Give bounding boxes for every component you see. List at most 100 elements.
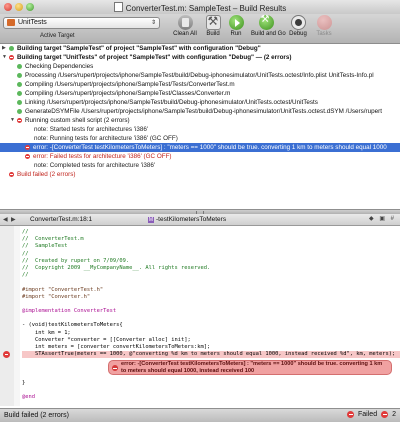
forward-icon[interactable]: ▶: [11, 216, 16, 223]
result-text: Building target "SampleTest" of project …: [17, 45, 261, 52]
result-row[interactable]: GenerateDSYMFile /Users/rupert/projects/…: [0, 107, 400, 116]
result-row[interactable]: Compiling /Users/rupert/projects/iphone/…: [0, 80, 400, 89]
success-icon: [17, 73, 22, 78]
disclosure-triangle-icon[interactable]: ▼: [10, 116, 15, 125]
code-editor[interactable]: // // ConverterTest.m // SampleTest // /…: [0, 226, 400, 406]
file-history-popup[interactable]: ConverterTest.m:18:1: [30, 216, 92, 223]
result-row[interactable]: note: Started tests for architectures 'i…: [0, 125, 400, 134]
broom-icon: [177, 15, 193, 30]
result-text: Checking Dependencies: [25, 63, 94, 70]
error-marker-icon[interactable]: [3, 351, 10, 358]
result-text: note: Completed tests for architecture '…: [34, 162, 156, 169]
code-line: #import "ConverterTest.h": [22, 286, 104, 293]
code-line: int km = 1;: [22, 329, 71, 336]
error-icon: [9, 55, 14, 60]
error-count: 2: [392, 411, 396, 418]
play-icon: [228, 15, 244, 30]
success-icon: [17, 64, 22, 69]
code-line: Converter *converter = [[Converter alloc…: [22, 336, 191, 343]
window-title-suffix: : SampleTest – Build Results: [184, 4, 287, 13]
success-icon: [9, 46, 14, 51]
error-count-icon: [381, 411, 389, 418]
result-text: error: -[ConverterTest testKilometersToM…: [33, 144, 387, 151]
disclosure-triangle-icon[interactable]: ▼: [2, 53, 7, 62]
result-text: Compiling /Users/rupert/projects/iphone/…: [25, 90, 231, 97]
code-line-error: STAssertTrue(meters == 1000, @"convertin…: [22, 351, 400, 359]
success-icon: [17, 82, 22, 87]
result-row[interactable]: note: Running tests for architecture 'i3…: [0, 134, 400, 143]
result-row[interactable]: ▼ Running custom shell script (2 errors): [0, 116, 400, 125]
result-text: note: Running tests for architecture 'i3…: [34, 135, 178, 142]
toolbar: UnitTests ⇕ Active Target Clean All Buil…: [0, 14, 400, 44]
result-text: Running custom shell script (2 errors): [25, 117, 130, 124]
active-target-label: Active Target: [40, 33, 75, 39]
build-results-list: ▶ Building target "SampleTest" of projec…: [0, 44, 400, 209]
error-icon: [25, 154, 30, 159]
failed-label: Failed: [358, 411, 378, 418]
error-icon: [347, 411, 355, 418]
error-icon: [112, 365, 118, 371]
error-icon: [25, 145, 30, 150]
active-target-value: UnitTests: [18, 19, 47, 26]
success-icon: [17, 91, 22, 96]
disclosure-triangle-icon[interactable]: ▶: [2, 44, 6, 53]
debug-icon: [290, 15, 306, 30]
clean-all-label: Clean All: [173, 31, 197, 37]
document-icon: [113, 2, 123, 12]
result-row[interactable]: note: Completed tests for architecture '…: [0, 161, 400, 170]
code-line: //: [22, 229, 29, 235]
editor-gutter[interactable]: [0, 226, 15, 406]
popup-arrows-icon: ⇕: [150, 20, 156, 26]
code-line: #import "Converter.h": [22, 293, 91, 300]
stop-tasks-icon: [316, 15, 332, 30]
code-line: }: [22, 379, 26, 386]
tasks-button[interactable]: Tasks: [309, 15, 339, 43]
editor-navigation-bar: ◀ ▶ ConverterTest.m:18:1 M -testKilometer…: [0, 214, 400, 226]
function-popup[interactable]: M -testKilometersToMeters: [148, 216, 226, 223]
xcode-window: ConverterTest.m: SampleTest – Build Resu…: [0, 0, 400, 422]
code-line: //: [22, 272, 29, 279]
result-row[interactable]: Processing /Users/rupert/projects/iphone…: [0, 71, 400, 80]
build-status-text: Build failed (2 errors): [4, 412, 69, 419]
error-bubble-text: error: -[ConverterTest testKilometersToM…: [121, 361, 383, 374]
editor-nav-icons[interactable]: ◆ ▣ #: [369, 215, 396, 222]
code-text[interactable]: // // ConverterTest.m // SampleTest // /…: [22, 229, 400, 402]
build-status-summary[interactable]: Failed 2: [347, 411, 396, 418]
result-row[interactable]: Checking Dependencies: [0, 62, 400, 71]
active-target-popup[interactable]: UnitTests ⇕: [3, 17, 160, 29]
build-and-go-label: Build and Go: [251, 31, 286, 37]
result-row[interactable]: ▼ Building target "UnitTests" of project…: [0, 53, 400, 62]
success-icon: [17, 109, 22, 114]
success-icon: [17, 100, 22, 105]
method-icon: M: [148, 217, 154, 223]
method-name: -testKilometersToMeters: [156, 216, 227, 223]
target-icon: [7, 19, 15, 26]
build-and-go-button[interactable]: Build and Go: [251, 14, 286, 43]
result-text: Linking /Users/rupert/projects/iphone/Sa…: [25, 99, 318, 106]
tasks-label: Tasks: [316, 31, 332, 37]
back-icon[interactable]: ◀: [3, 216, 8, 223]
code-line: // ConverterTest.m: [22, 236, 84, 243]
result-row[interactable]: Build failed (2 errors): [0, 170, 400, 179]
title-bar: ConverterTest.m: SampleTest – Build Resu…: [0, 0, 400, 15]
code-line: // Created by rupert on 7/09/09.: [22, 257, 130, 264]
result-row[interactable]: Compiling /Users/rupert/projects/iphone/…: [0, 89, 400, 98]
result-row[interactable]: Linking /Users/rupert/projects/iphone/Sa…: [0, 98, 400, 107]
result-text: error: Failed tests for architecture 'i3…: [33, 153, 172, 160]
result-text: Processing /Users/rupert/projects/iphone…: [25, 72, 374, 79]
result-row[interactable]: ▶ Building target "SampleTest" of projec…: [0, 44, 400, 53]
code-line: // Copyright 2009 __MyCompanyName__. All…: [22, 264, 211, 271]
result-row[interactable]: error: Failed tests for architecture 'i3…: [0, 152, 400, 161]
code-line: // SampleTest: [22, 243, 68, 250]
error-message-bubble[interactable]: error: -[ConverterTest testKilometersToM…: [108, 360, 392, 375]
result-row-selected[interactable]: error: -[ConverterTest testKilometersToM…: [0, 143, 400, 152]
folding-ribbon[interactable]: [14, 226, 20, 406]
clean-all-button[interactable]: Clean All: [170, 15, 200, 43]
run-label: Run: [230, 31, 242, 37]
code-line: @end: [22, 394, 35, 401]
result-text: Compiling /Users/rupert/projects/iphone/…: [25, 81, 235, 88]
run-button[interactable]: Run: [221, 15, 251, 43]
